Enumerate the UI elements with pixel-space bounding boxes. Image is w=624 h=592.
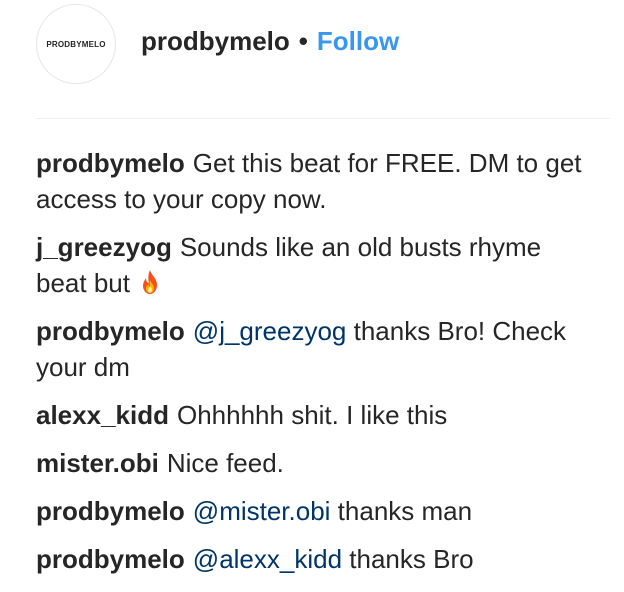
comment-item: prodbymelo @j_greezyog thanks Bro! Check … bbox=[36, 313, 596, 385]
comment-mention[interactable]: @mister.obi bbox=[193, 496, 331, 526]
comment-username[interactable]: prodbymelo bbox=[36, 316, 185, 346]
comment-username[interactable]: prodbymelo bbox=[36, 544, 185, 574]
comment-username[interactable]: alexx_kidd bbox=[36, 400, 169, 430]
header-username[interactable]: prodbymelo bbox=[141, 26, 290, 57]
comment-item: prodbymelo @alexx_kidd thanks Bro bbox=[36, 541, 596, 577]
comment-mention[interactable]: @j_greezyog bbox=[193, 316, 347, 346]
header-line: prodbymelo • Follow bbox=[141, 24, 399, 58]
comment-text: thanks man bbox=[330, 496, 473, 526]
avatar[interactable]: PRODBYMELO bbox=[36, 4, 116, 84]
comment-item: j_greezyog Sounds like an old busts rhyme… bbox=[36, 229, 596, 301]
avatar-logo-text: PRODBYMELO bbox=[46, 39, 106, 49]
post-header: PRODBYMELO prodbymelo • Follow bbox=[0, 0, 624, 118]
comment-item: alexx_kidd Ohhhhhh shit. I like this bbox=[36, 397, 596, 433]
comment-item: prodbymelo Get this beat for FREE. DM to … bbox=[36, 145, 596, 217]
fire-icon bbox=[143, 270, 158, 294]
comment-mention[interactable]: @alexx_kidd bbox=[193, 544, 342, 574]
comment-text: Nice feed. bbox=[166, 448, 284, 478]
comment-text: Ohhhhhh shit. I like this bbox=[176, 400, 448, 430]
comment-list: prodbymelo Get this beat for FREE. DM to … bbox=[36, 145, 596, 589]
comment-username[interactable]: prodbymelo bbox=[36, 496, 185, 526]
comment-item: prodbymelo @mister.obi thanks man bbox=[36, 493, 596, 529]
comment-text: thanks Bro bbox=[342, 544, 474, 574]
comment-item: mister.obi Nice feed. bbox=[36, 445, 596, 481]
separator-dot: • bbox=[298, 25, 308, 56]
comment-username[interactable]: j_greezyog bbox=[36, 232, 172, 262]
comment-username[interactable]: mister.obi bbox=[36, 448, 159, 478]
comment-username[interactable]: prodbymelo bbox=[36, 148, 185, 178]
divider bbox=[36, 118, 610, 119]
follow-button[interactable]: Follow bbox=[317, 26, 399, 57]
